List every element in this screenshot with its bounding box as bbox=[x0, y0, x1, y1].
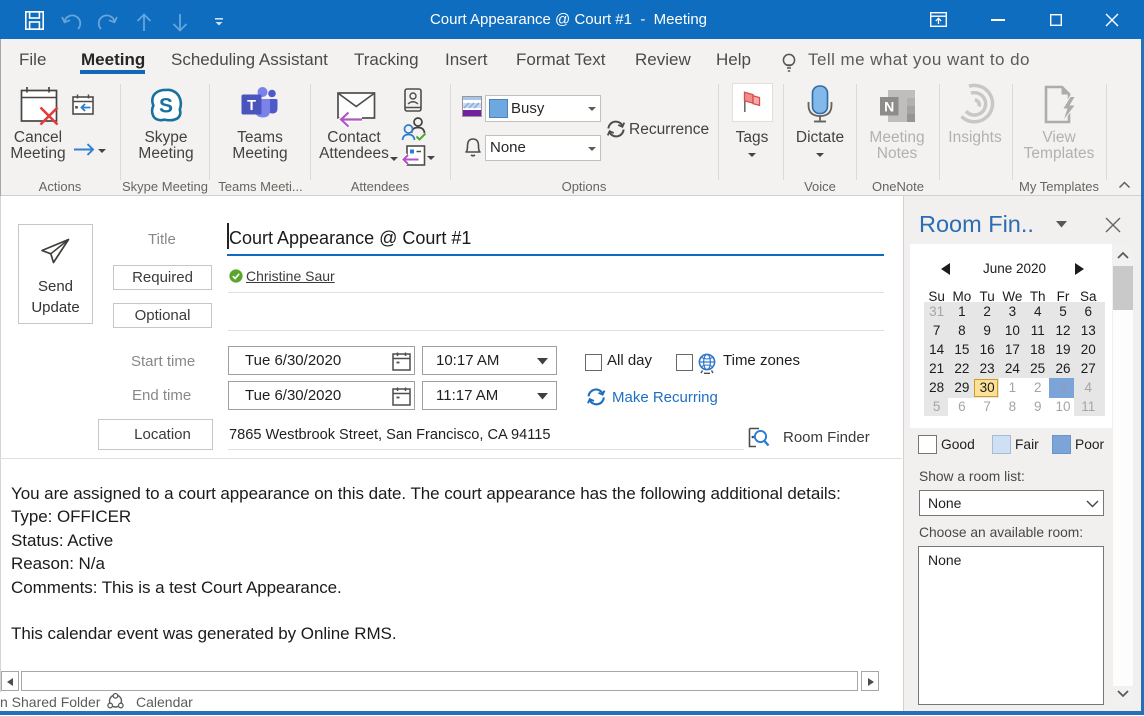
svg-text:S: S bbox=[159, 95, 173, 118]
svg-text:T: T bbox=[247, 98, 256, 114]
svg-text:N: N bbox=[884, 99, 894, 115]
